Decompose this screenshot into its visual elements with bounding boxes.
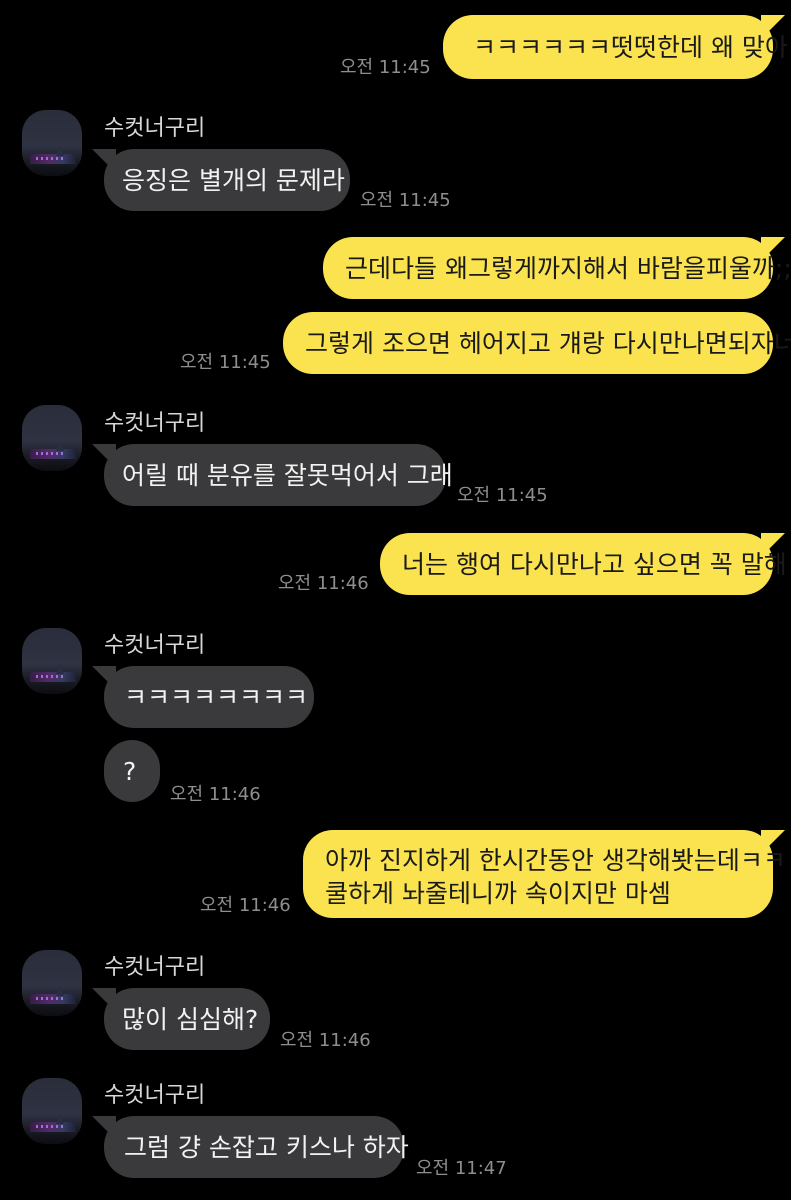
- contact-avatar[interactable]: [22, 628, 82, 694]
- message-text: ?: [123, 757, 137, 786]
- message-timestamp: 오전 11:46: [280, 1030, 371, 1051]
- incoming-message-bubble[interactable]: 그럼 걍 손잡고 키스나 하자: [92, 1116, 409, 1178]
- contact-avatar[interactable]: [22, 950, 82, 1016]
- message-text: 그렇게 조으면 헤어지고 걔랑 다시만나면되자너: [305, 329, 791, 358]
- message-text: 많이 심심해?: [122, 1005, 259, 1034]
- message-timestamp: 오전 11:45: [340, 57, 431, 78]
- message-text: 그럼 걍 손잡고 키스나 하자: [124, 1133, 409, 1162]
- message-text: ㅋㅋㅋㅋㅋㅋㅋㅋ: [124, 683, 309, 712]
- message-timestamp: 오전 11:45: [360, 190, 451, 211]
- message-timestamp: 오전 11:45: [457, 485, 548, 506]
- outgoing-message-bubble[interactable]: 그렇게 조으면 헤어지고 걔랑 다시만나면되자너: [283, 312, 791, 374]
- contact-avatar[interactable]: [22, 1078, 82, 1144]
- message-text: 어릴 때 분유를 잘못먹어서 그래: [122, 461, 453, 490]
- message-timestamp: 오전 11:45: [180, 352, 271, 373]
- contact-name: 수컷너구리: [104, 633, 206, 658]
- message-timestamp: 오전 11:46: [278, 573, 369, 594]
- incoming-message-bubble[interactable]: 어릴 때 분유를 잘못먹어서 그래: [92, 444, 453, 506]
- incoming-message-bubble[interactable]: ㅋㅋㅋㅋㅋㅋㅋㅋ: [92, 666, 314, 728]
- message-text-line: 쿨하게 놔줄테니까 속이지만 마셈: [325, 879, 671, 908]
- message-text-line: 아까 진지하게 한시간동안 생각해봣는데ㅋㅋ: [325, 846, 786, 875]
- contact-name: 수컷너구리: [104, 1083, 206, 1108]
- message-timestamp: 오전 11:46: [200, 895, 291, 916]
- incoming-message-bubble[interactable]: ?: [104, 740, 160, 802]
- outgoing-message-bubble[interactable]: ㅋㅋㅋㅋㅋㅋ떳떳한데 왜 맞아: [443, 15, 788, 79]
- incoming-message-bubble[interactable]: 응징은 별개의 문제라: [92, 149, 350, 211]
- contact-name: 수컷너구리: [104, 411, 206, 436]
- contact-name: 수컷너구리: [104, 955, 206, 980]
- outgoing-message-bubble[interactable]: 아까 진지하게 한시간동안 생각해봣는데ㅋㅋ 쿨하게 놔줄테니까 속이지만 마셈: [303, 830, 786, 918]
- contact-name: 수컷너구리: [104, 116, 206, 141]
- message-timestamp: 오전 11:47: [416, 1158, 507, 1179]
- contact-avatar[interactable]: [22, 405, 82, 471]
- message-text: ㅋㅋㅋㅋㅋㅋ떳떳한데 왜 맞아: [473, 33, 788, 62]
- message-timestamp: 오전 11:46: [170, 784, 261, 805]
- incoming-message-bubble[interactable]: 많이 심심해?: [92, 988, 270, 1050]
- outgoing-message-bubble[interactable]: 근데다들 왜그렇게까지해서 바람을피울까;;: [323, 237, 791, 299]
- outgoing-message-bubble[interactable]: 너는 행여 다시만나고 싶으면 꼭 말해: [380, 533, 787, 595]
- contact-avatar[interactable]: [22, 110, 82, 176]
- message-text: 응징은 별개의 문제라: [122, 166, 345, 195]
- message-text: 너는 행여 다시만나고 싶으면 꼭 말해: [402, 550, 787, 579]
- message-text: 근데다들 왜그렇게까지해서 바람을피울까;;: [345, 254, 791, 283]
